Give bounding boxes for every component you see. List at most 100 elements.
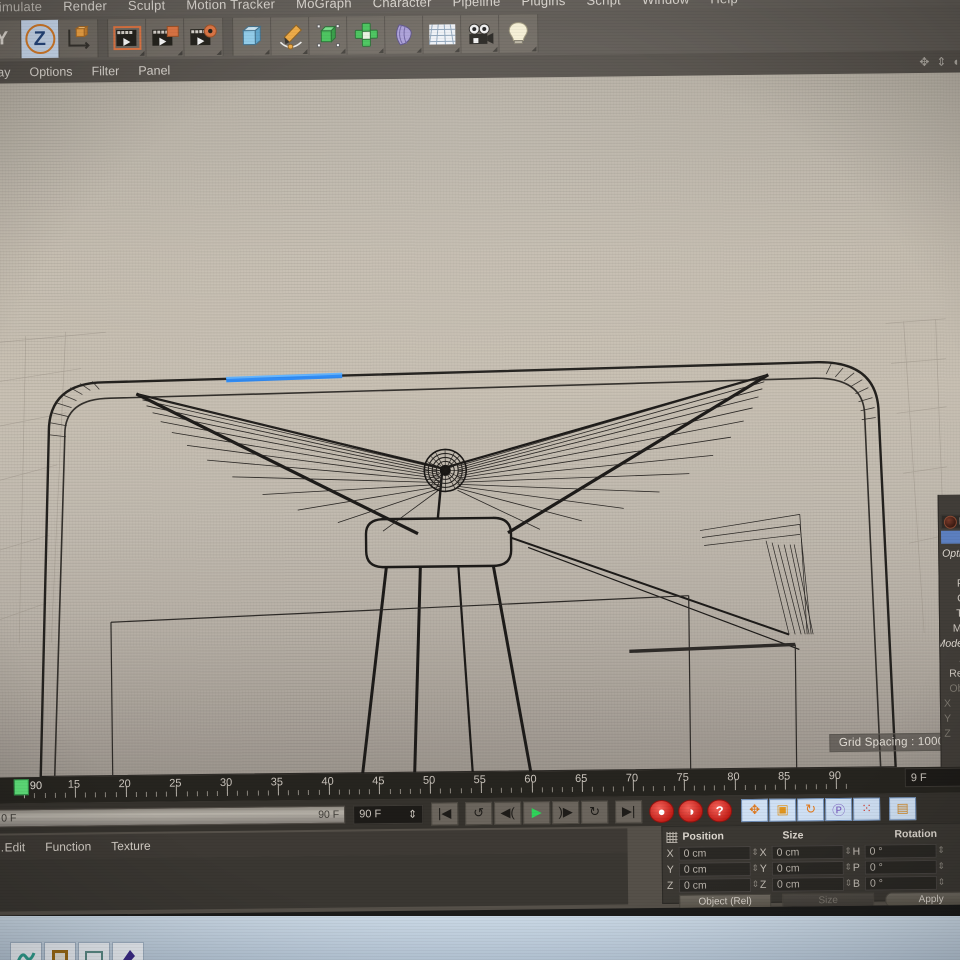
menu-item-simulate[interactable]: Simulate	[0, 0, 42, 14]
coordinate-system-icon	[68, 25, 90, 50]
material-menu-edit[interactable]: …Edit	[0, 840, 25, 854]
size-z-input[interactable]: 0 cm	[771, 876, 845, 892]
play-button[interactable]: ▶	[523, 800, 551, 825]
attribute-coord-x[interactable]: X	[941, 695, 960, 710]
taskbar-app-icon-3[interactable]	[78, 942, 110, 960]
viewport-menu-filter[interactable]: Filter	[91, 64, 119, 78]
record-scale-button[interactable]: ▣	[769, 797, 797, 822]
next-frame-button[interactable]: )▶	[552, 800, 580, 824]
zoom-icon[interactable]: ⇕	[936, 55, 946, 69]
record-rotation-button[interactable]: ↻	[797, 797, 825, 821]
spline-pen-button[interactable]	[271, 16, 310, 56]
timeline-toggle-button[interactable]: ▤	[889, 796, 917, 820]
attribute-row-retain[interactable]: Retain	[941, 665, 960, 680]
lock-y-axis-button[interactable]: Y	[0, 20, 22, 59]
record-parameter-button[interactable]: Ⓟ	[825, 797, 853, 821]
menu-item-mograph[interactable]: MoGraph	[296, 0, 352, 11]
taskbar-app-icon-2[interactable]	[44, 942, 76, 960]
position-z-input[interactable]: 0 cm	[678, 877, 752, 893]
rotation-h-input[interactable]: 0 °	[864, 843, 937, 859]
viewport-menu-display[interactable]: …ay	[0, 65, 11, 79]
menu-item-window[interactable]: Window	[642, 0, 690, 7]
spinner-icon[interactable]: ⇕	[844, 862, 853, 873]
environment-floor-button[interactable]	[423, 15, 462, 54]
coordinate-system-dropdown[interactable]: Object (Rel)	[679, 893, 772, 910]
taskbar-app-icon-1[interactable]	[10, 942, 42, 960]
autokey-button[interactable]: ◑	[678, 799, 704, 823]
coordinate-manager: Position Size Rotation X 0 cm ⇕ X 0 cm ⇕…	[661, 822, 960, 910]
mograph-array-button[interactable]	[347, 16, 386, 55]
position-x-input[interactable]: 0 cm	[678, 845, 751, 861]
lock-z-axis-button[interactable]: Z	[21, 19, 60, 59]
size-x-input[interactable]: 0 cm	[771, 844, 844, 860]
timeline-end-frame-field[interactable]: 9 F ⇕	[904, 767, 960, 788]
keyframe-selection-button[interactable]: ?	[707, 798, 733, 822]
spinner-icon[interactable]: ⇕	[751, 847, 760, 858]
attribute-row-only[interactable]: Only	[940, 590, 960, 605]
menu-item-script[interactable]: Script	[586, 0, 621, 7]
record-position-button[interactable]: ✥	[741, 798, 769, 822]
size-axis-y-label: Y	[759, 862, 767, 875]
spinner-icon[interactable]: ⇕	[937, 877, 946, 888]
pan-icon[interactable]: ✥	[919, 55, 929, 69]
go-to-start-button[interactable]: |◀	[431, 801, 459, 826]
material-manager-area[interactable]	[0, 852, 629, 912]
attribute-row-radius[interactable]: Rad	[939, 560, 960, 575]
size-mode-dropdown[interactable]: Size	[782, 892, 875, 909]
menu-item-render[interactable]: Render	[63, 0, 107, 13]
timeline-playhead[interactable]	[13, 779, 29, 796]
timeline-minor-tick	[774, 784, 777, 790]
nurbs-generator-button[interactable]	[309, 16, 348, 55]
spinner-icon[interactable]: ⇕	[751, 879, 760, 890]
apply-button[interactable]: Apply	[885, 891, 960, 908]
spinner-icon[interactable]: ⇕	[751, 863, 760, 874]
render-settings-button[interactable]	[184, 17, 223, 57]
spinner-icon[interactable]: ⇕	[408, 807, 417, 820]
light-button[interactable]	[499, 14, 538, 53]
record-pla-button[interactable]: ⁙	[853, 797, 881, 821]
primitive-cube-button[interactable]	[233, 17, 272, 56]
camera-button[interactable]	[461, 14, 500, 54]
material-menu-texture[interactable]: Texture	[111, 839, 151, 853]
material-menu-function[interactable]: Function	[45, 839, 91, 854]
menu-item-motion-tracker[interactable]: Motion Tracker	[186, 0, 275, 12]
deformer-button[interactable]	[385, 15, 424, 55]
power-slider[interactable]: 0 F 90 F	[0, 805, 346, 828]
current-frame-field[interactable]: 90 F ⇕	[353, 804, 424, 824]
viewport-menu-options[interactable]: Options	[29, 65, 72, 79]
loop-button[interactable]: ↻	[581, 800, 609, 824]
attribute-row-axis[interactable]: Axis	[940, 650, 960, 665]
attribute-selected-tab[interactable]	[940, 530, 960, 544]
viewport-menu-panel[interactable]: Panel	[138, 64, 170, 78]
attribute-row-preserve[interactable]: Pres	[940, 575, 960, 590]
world-object-coordinate-button[interactable]	[59, 19, 98, 58]
attribute-manager[interactable]: L Options Rad Pres Only Toler Mode Model…	[937, 494, 960, 767]
attribute-object-row[interactable]: L	[940, 514, 960, 529]
spinner-icon[interactable]: ⇕	[937, 845, 946, 856]
attribute-row-tolerance[interactable]: Toler	[940, 605, 960, 620]
go-to-end-button[interactable]: ▶|	[615, 799, 643, 824]
position-y-input[interactable]: 0 cm	[678, 861, 751, 877]
menu-item-plugins[interactable]: Plugins	[521, 0, 565, 8]
attribute-coord-y[interactable]: Y	[941, 710, 960, 725]
taskbar-app-icon-4[interactable]	[112, 942, 144, 960]
spinner-icon[interactable]: ⇕	[844, 846, 853, 857]
spinner-icon[interactable]: ⇕	[937, 861, 946, 872]
menu-item-character[interactable]: Character	[373, 0, 432, 10]
attribute-coord-z[interactable]: Z	[941, 725, 960, 740]
menu-item-pipeline[interactable]: Pipeline	[453, 0, 501, 9]
attribute-row-mode[interactable]: Mode	[940, 620, 960, 635]
rotation-p-input[interactable]: 0 °	[864, 859, 937, 875]
viewport-3d[interactable]: Grid Spacing : 1000 cm	[0, 72, 960, 778]
record-keyframe-button[interactable]: ●	[649, 799, 675, 823]
render-to-picture-viewer-button[interactable]	[146, 18, 185, 57]
previous-frame-button[interactable]: ◀(	[494, 801, 522, 825]
spinner-icon[interactable]: ⇕	[844, 878, 853, 889]
size-y-input[interactable]: 0 cm	[771, 860, 844, 876]
play-reverse-button[interactable]: ↺	[465, 801, 493, 825]
menu-item-help[interactable]: Help	[710, 0, 738, 6]
rotate-icon[interactable]: ◐	[953, 55, 960, 69]
render-view-button[interactable]	[108, 18, 147, 58]
menu-item-sculpt[interactable]: Sculpt	[128, 0, 166, 12]
rotation-b-input[interactable]: 0 °	[864, 875, 938, 891]
